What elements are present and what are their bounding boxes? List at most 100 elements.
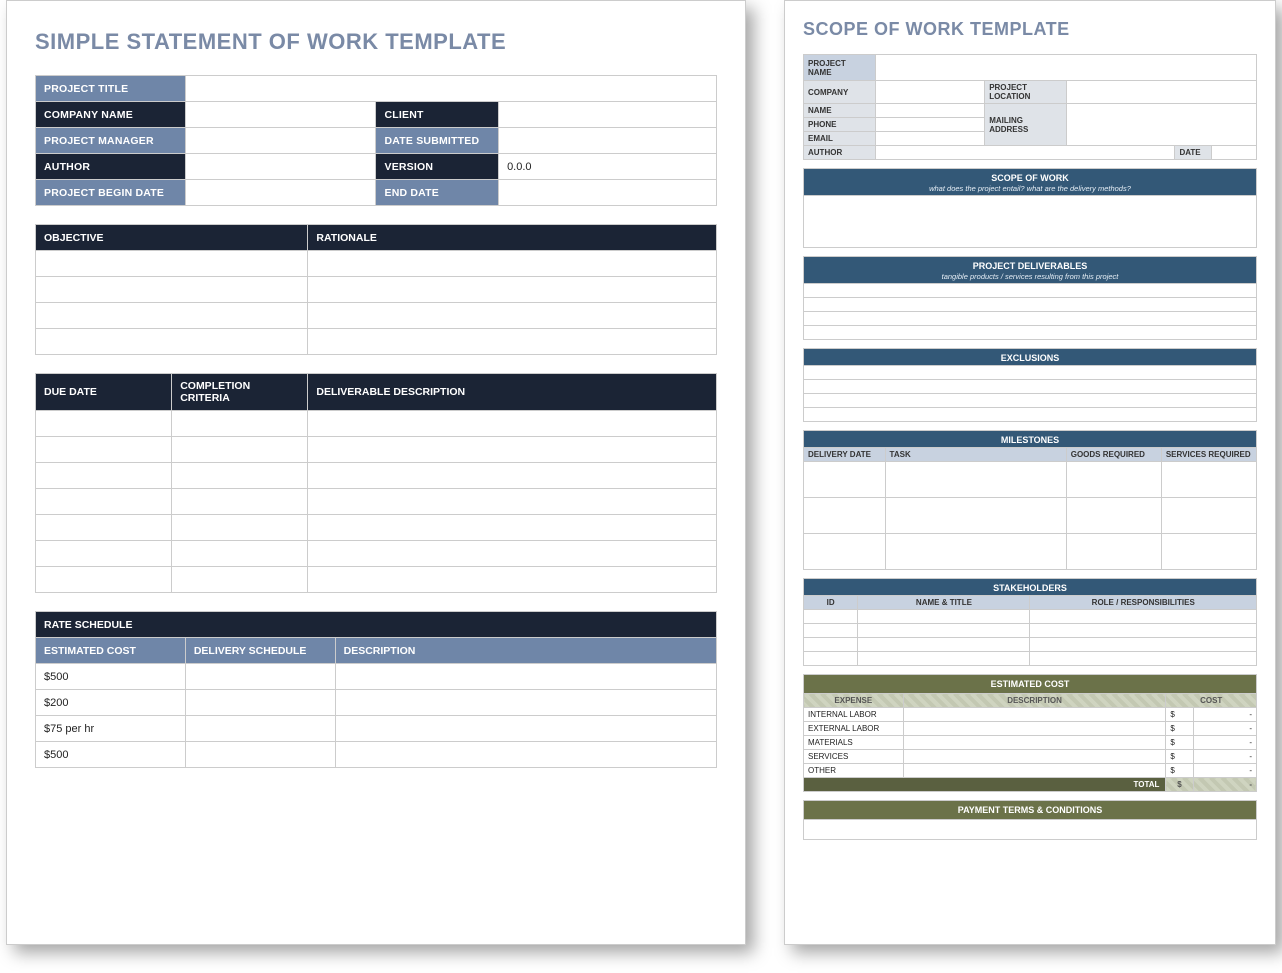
table-cell[interactable]: [36, 541, 172, 567]
table-cell[interactable]: [36, 411, 172, 437]
deliverable-row[interactable]: [804, 284, 1257, 298]
date-submitted-field[interactable]: [499, 128, 717, 154]
table-cell[interactable]: [1161, 498, 1256, 534]
table-cell[interactable]: [36, 463, 172, 489]
table-cell[interactable]: [172, 515, 308, 541]
expense-description[interactable]: [903, 708, 1166, 722]
expense-description[interactable]: [903, 722, 1166, 736]
table-cell[interactable]: [804, 638, 858, 652]
table-cell[interactable]: [308, 541, 717, 567]
table-cell[interactable]: [172, 541, 308, 567]
table-cell[interactable]: [36, 515, 172, 541]
project-location-field[interactable]: [1066, 81, 1256, 104]
rationale-cell[interactable]: [308, 277, 717, 303]
rate-description-cell[interactable]: [335, 716, 716, 742]
table-cell[interactable]: [804, 462, 886, 498]
rationale-cell[interactable]: [308, 329, 717, 355]
rate-description-cell[interactable]: [335, 742, 716, 768]
author-field[interactable]: [185, 154, 376, 180]
cost-value[interactable]: -: [1193, 750, 1256, 764]
table-cell[interactable]: [172, 567, 308, 593]
table-cell[interactable]: [1030, 638, 1257, 652]
table-cell[interactable]: [885, 534, 1066, 570]
deliverable-row[interactable]: [804, 298, 1257, 312]
table-cell[interactable]: [308, 567, 717, 593]
table-cell[interactable]: [858, 624, 1030, 638]
rate-cost-cell[interactable]: $500: [36, 664, 186, 690]
cost-value[interactable]: -: [1193, 708, 1256, 722]
project-manager-field[interactable]: [185, 128, 376, 154]
rate-description-cell[interactable]: [335, 690, 716, 716]
table-cell[interactable]: [804, 498, 886, 534]
rate-schedule-cell[interactable]: [185, 716, 335, 742]
rate-description-cell[interactable]: [335, 664, 716, 690]
expense-description[interactable]: [903, 750, 1166, 764]
author-field-2[interactable]: [876, 146, 1175, 160]
company-field[interactable]: [876, 81, 985, 104]
objective-cell[interactable]: [36, 251, 308, 277]
table-cell[interactable]: [858, 652, 1030, 666]
table-cell[interactable]: [308, 411, 717, 437]
rate-cost-cell[interactable]: $75 per hr: [36, 716, 186, 742]
email-field[interactable]: [876, 132, 985, 146]
objective-cell[interactable]: [36, 303, 308, 329]
phone-field[interactable]: [876, 118, 985, 132]
client-field[interactable]: [499, 102, 717, 128]
exclusion-row[interactable]: [804, 366, 1257, 380]
begin-date-field[interactable]: [185, 180, 376, 206]
table-cell[interactable]: [1030, 610, 1257, 624]
table-cell[interactable]: [1066, 498, 1161, 534]
expense-description[interactable]: [903, 736, 1166, 750]
rate-schedule-cell[interactable]: [185, 664, 335, 690]
table-cell[interactable]: [172, 437, 308, 463]
table-cell[interactable]: [308, 515, 717, 541]
table-cell[interactable]: [172, 489, 308, 515]
table-cell[interactable]: [885, 498, 1066, 534]
table-cell[interactable]: [1030, 624, 1257, 638]
end-date-field[interactable]: [499, 180, 717, 206]
table-cell[interactable]: [804, 624, 858, 638]
objective-cell[interactable]: [36, 329, 308, 355]
name-field[interactable]: [876, 104, 985, 118]
table-cell[interactable]: [804, 652, 858, 666]
table-cell[interactable]: [308, 463, 717, 489]
table-cell[interactable]: [858, 610, 1030, 624]
version-field[interactable]: 0.0.0: [499, 154, 717, 180]
exclusion-row[interactable]: [804, 380, 1257, 394]
project-title-field[interactable]: [185, 76, 716, 102]
scope-body[interactable]: [804, 196, 1257, 248]
table-cell[interactable]: [172, 463, 308, 489]
company-name-field[interactable]: [185, 102, 376, 128]
table-cell[interactable]: [1161, 534, 1256, 570]
cost-value[interactable]: -: [1193, 736, 1256, 750]
deliverable-row[interactable]: [804, 326, 1257, 340]
exclusion-row[interactable]: [804, 408, 1257, 422]
table-cell[interactable]: [804, 534, 886, 570]
mailing-address-field[interactable]: [1066, 104, 1256, 146]
table-cell[interactable]: [308, 489, 717, 515]
cost-value[interactable]: -: [1193, 764, 1256, 778]
exclusion-row[interactable]: [804, 394, 1257, 408]
cost-value[interactable]: -: [1193, 722, 1256, 736]
table-cell[interactable]: [885, 462, 1066, 498]
table-cell[interactable]: [804, 610, 858, 624]
payment-terms-body[interactable]: [804, 820, 1257, 840]
table-cell[interactable]: [308, 437, 717, 463]
objective-cell[interactable]: [36, 277, 308, 303]
date-field[interactable]: [1211, 146, 1256, 160]
table-cell[interactable]: [1161, 462, 1256, 498]
rate-cost-cell[interactable]: $500: [36, 742, 186, 768]
rationale-cell[interactable]: [308, 303, 717, 329]
deliverable-row[interactable]: [804, 312, 1257, 326]
rate-schedule-cell[interactable]: [185, 742, 335, 768]
rate-schedule-cell[interactable]: [185, 690, 335, 716]
table-cell[interactable]: [1030, 652, 1257, 666]
table-cell[interactable]: [36, 567, 172, 593]
table-cell[interactable]: [1066, 534, 1161, 570]
table-cell[interactable]: [1066, 462, 1161, 498]
project-name-field[interactable]: [876, 55, 1257, 81]
rate-cost-cell[interactable]: $200: [36, 690, 186, 716]
table-cell[interactable]: [858, 638, 1030, 652]
expense-description[interactable]: [903, 764, 1166, 778]
table-cell[interactable]: [172, 411, 308, 437]
